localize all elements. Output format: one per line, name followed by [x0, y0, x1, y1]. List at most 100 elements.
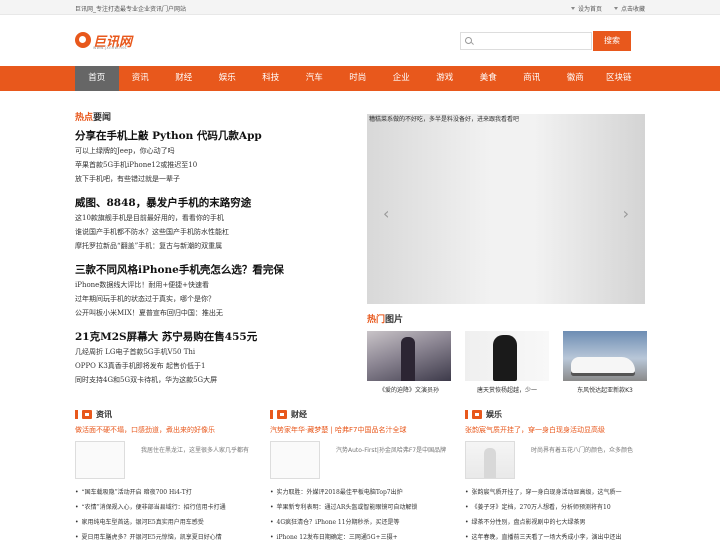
- list-item[interactable]: 夏日用车膳虎多？开银河E5元惊恼，凯享夏日好心情: [75, 530, 253, 540]
- news-link[interactable]: OPPO K3真香手机即将发布 起售价低于1: [75, 359, 355, 373]
- news-link[interactable]: 放下手机吧，有些错过就是一辈子: [75, 172, 355, 186]
- news-headline[interactable]: 分享在手机上敲 Python 代码几款App: [75, 128, 355, 144]
- category-news: 资讯 做活面不硬不塌，口感劲道，煮出来的好像乐 我居住在黑龙江，这里很多人家几乎…: [75, 409, 253, 540]
- accent-bar: [465, 409, 468, 419]
- featured-item[interactable]: 汽势Auto-First|孙金凤哈弗F7是中国品牌: [270, 441, 448, 481]
- pic-image[interactable]: [367, 331, 451, 381]
- nav-item[interactable]: 徽商: [554, 66, 598, 91]
- category-list: 实力取胜：外媒评2018最佳平板电脑Top7出炉 苹果新专利表明：通过AR头盔或…: [270, 485, 448, 540]
- logo-mark-icon: [75, 32, 91, 48]
- triangle-icon: [613, 7, 618, 10]
- category-lead-link[interactable]: 汽势家年华·藏梦楚 | 哈弗F7中国品名汁全球: [270, 425, 448, 435]
- site-slogan: 巨讯网_专注打造最专业企业资讯门户网站: [75, 6, 187, 13]
- news-link[interactable]: 可以上绿牌的Jeep，你心动了吗: [75, 144, 355, 158]
- pic-caption[interactable]: 唐天赏恢杨超越，少一: [465, 385, 549, 394]
- main-nav: 首页 资讯 财经 娱乐 科技 汽车 时尚 企业 游戏 美食 商讯 徽商 区块链: [0, 66, 720, 91]
- category-lead-link[interactable]: 做活面不硬不塌，口感劲道，煮出来的好像乐: [75, 425, 253, 435]
- news-headline[interactable]: 三款不同风格iPhone手机壳怎么选？看完保: [75, 262, 355, 278]
- search-button[interactable]: 搜索: [593, 31, 631, 51]
- pic-card[interactable]: 《爱的迫降》文演员孙: [367, 331, 451, 394]
- hot-pics-grid: 《爱的迫降》文演员孙 唐天赏恢杨超越，少一 东风悦达起亚新款K3: [367, 331, 647, 394]
- top-links: 设为首页 点击收藏: [570, 4, 645, 13]
- nav-item[interactable]: 时尚: [336, 66, 380, 91]
- search-input[interactable]: [475, 33, 590, 49]
- nav-item[interactable]: 首页: [75, 66, 119, 91]
- category-finance: 财经 汽势家年华·藏梦楚 | 哈弗F7中国品名汁全球 汽势Auto-First|…: [270, 409, 448, 540]
- pic-caption[interactable]: 东风悦达起亚新款K3: [563, 385, 647, 394]
- pic-card[interactable]: 唐天赏恢杨超越，少一: [465, 331, 549, 394]
- news-block: 21克M2S屏幕大 苏宁易购在售455元 几经周折 LG电子首款5G手机V50 T…: [75, 329, 355, 387]
- nav-item[interactable]: 娱乐: [206, 66, 250, 91]
- category-entertainment: 娱乐 张韵宸气质开挂了，穿一身白现身活动显高级 时尚界有着五花八门的颜色，众多颜…: [465, 409, 643, 540]
- accent-bar: [270, 409, 273, 419]
- news-headline[interactable]: 21克M2S屏幕大 苏宁易购在售455元: [75, 329, 355, 345]
- thumbnail-image[interactable]: [75, 441, 125, 479]
- pic-image[interactable]: [563, 331, 647, 381]
- pic-card[interactable]: 东风悦达起亚新款K3: [563, 331, 647, 394]
- logo-url: www.jxnew.net: [93, 45, 127, 50]
- news-link[interactable]: 摩托罗拉新品“翻盖”手机：复古与新潮的双重属: [75, 239, 355, 253]
- list-item[interactable]: iPhone 12发布日期确定：三网通5G+三摄+: [270, 530, 448, 540]
- chevron-left-icon[interactable]: ‹: [383, 204, 389, 223]
- category-header: 财经: [270, 409, 448, 419]
- news-block: 威图、8848，暴发户手机的末路穷途 这10款旗舰手机是目前最好用的，看看你的手机…: [75, 195, 355, 253]
- list-item[interactable]: 《姜子牙》定档，270万人想看，分析师预测将有10: [465, 500, 643, 515]
- list-item[interactable]: 这年春晚，直播前三天看了一场大秀成小李，演出中还出: [465, 530, 643, 540]
- thumbnail-image[interactable]: [465, 441, 515, 479]
- triangle-icon: [570, 7, 575, 10]
- news-block: 分享在手机上敲 Python 代码几款App 可以上绿牌的Jeep，你心动了吗 苹果…: [75, 128, 355, 186]
- list-item[interactable]: “农情”消保规入心，便非部当县域行：招行信用卡打通: [75, 500, 253, 515]
- news-block: 三款不同风格iPhone手机壳怎么选？看完保 iPhone数据线大评比！耐用+便捷…: [75, 262, 355, 320]
- pic-image[interactable]: [465, 331, 549, 381]
- bookmark-link[interactable]: 点击收藏: [613, 4, 645, 13]
- nav-item[interactable]: 商讯: [510, 66, 554, 91]
- thumbnail-image[interactable]: [270, 441, 320, 479]
- search-box: [460, 32, 592, 50]
- site-logo[interactable]: 巨讯网 www.jxnew.net: [75, 30, 137, 50]
- news-link[interactable]: 苹果首款5G手机iPhone12或推迟至10: [75, 158, 355, 172]
- featured-item[interactable]: 时尚界有着五花八门的颜色，众多颜色: [465, 441, 643, 481]
- pic-caption[interactable]: 《爱的迫降》文演员孙: [367, 385, 451, 394]
- category-header: 娱乐: [465, 409, 643, 419]
- category-list: “国车载吸隐”活动开启 暗夜700 Hi4-T打 “农情”消保规入心，便非部当县…: [75, 485, 253, 540]
- list-item[interactable]: 实力取胜：外媒评2018最佳平板电脑Top7出炉: [270, 485, 448, 500]
- set-home-link[interactable]: 设为首页: [570, 4, 602, 13]
- nav-item[interactable]: 游戏: [423, 66, 467, 91]
- category-list: 张韵宸气质开挂了，穿一身白现身活动显高级，这气质一 《姜子牙》定档，270万人想…: [465, 485, 643, 540]
- news-link[interactable]: 这10款旗舰手机是目前最好用的，看看你的手机: [75, 211, 355, 225]
- news-headline[interactable]: 威图、8848，暴发户手机的末路穷途: [75, 195, 355, 211]
- category-lead-link[interactable]: 张韵宸气质开挂了，穿一身白现身活动显高级: [465, 425, 643, 435]
- featured-item[interactable]: 我居住在黑龙江，这里很多人家几乎都有: [75, 441, 253, 481]
- nav-item[interactable]: 美食: [467, 66, 511, 91]
- list-item[interactable]: 4G疯狂清仓？iPhone 11分期秒杀，买还是等: [270, 515, 448, 530]
- nav-item[interactable]: 汽车: [293, 66, 337, 91]
- list-item[interactable]: 张韵宸气质开挂了，穿一身白现身活动显高级，这气质一: [465, 485, 643, 500]
- carousel-caption[interactable]: 糟糕菜系做的不好吃，多半是料没备好，进来跟我看看吧: [367, 114, 645, 126]
- search-icon: [465, 37, 472, 44]
- nav-item[interactable]: 资讯: [119, 66, 163, 91]
- nav-item[interactable]: 企业: [380, 66, 424, 91]
- hot-news-list: 分享在手机上敲 Python 代码几款App 可以上绿牌的Jeep，你心动了吗 苹果…: [75, 128, 355, 396]
- featured-desc: 我居住在黑龙江，这里很多人家几乎都有: [141, 447, 250, 454]
- nav-item[interactable]: 财经: [162, 66, 206, 91]
- news-link[interactable]: iPhone数据线大评比！耐用+便捷+快速看: [75, 278, 355, 292]
- nav-item[interactable]: 区块链: [597, 66, 641, 91]
- folder-icon: [82, 409, 92, 419]
- news-link[interactable]: 同时支持4G和5G双卡待机，华为这款5G大屏: [75, 373, 355, 387]
- top-bar: 巨讯网_专注打造最专业企业资讯门户网站 设为首页 点击收藏: [0, 0, 720, 15]
- news-link[interactable]: 过年期间玩手机的状态过于真实，哪个是你？: [75, 292, 355, 306]
- folder-icon: [472, 409, 482, 419]
- nav-item[interactable]: 科技: [249, 66, 293, 91]
- news-link[interactable]: 公开叫板小米MIX！夏普宣布回归中国：推出无: [75, 306, 355, 320]
- list-item[interactable]: “国车载吸隐”活动开启 暗夜700 Hi4-T打: [75, 485, 253, 500]
- list-item[interactable]: 绿茶不分性别，盘点影视剧中的七大绿茶男: [465, 515, 643, 530]
- folder-icon: [277, 409, 287, 419]
- featured-desc: 时尚界有着五花八门的颜色，众多颜色: [531, 447, 634, 454]
- image-carousel[interactable]: 糟糕菜系做的不好吃，多半是料没备好，进来跟我看看吧 ‹ ›: [367, 114, 645, 304]
- hot-news-title: 热点要闻: [75, 113, 112, 123]
- news-link[interactable]: 谁说国产手机都不防水？这些国产手机防水性能杠: [75, 225, 355, 239]
- list-item[interactable]: 苹果新专利表明：通过AR头盔或智能眼镜可自动解锁: [270, 500, 448, 515]
- chevron-right-icon[interactable]: ›: [623, 204, 629, 223]
- news-link[interactable]: 几经周折 LG电子首款5G手机V50 Thi: [75, 345, 355, 359]
- list-item[interactable]: 家用纯电车型首选，银河E5真实用户用车感受: [75, 515, 253, 530]
